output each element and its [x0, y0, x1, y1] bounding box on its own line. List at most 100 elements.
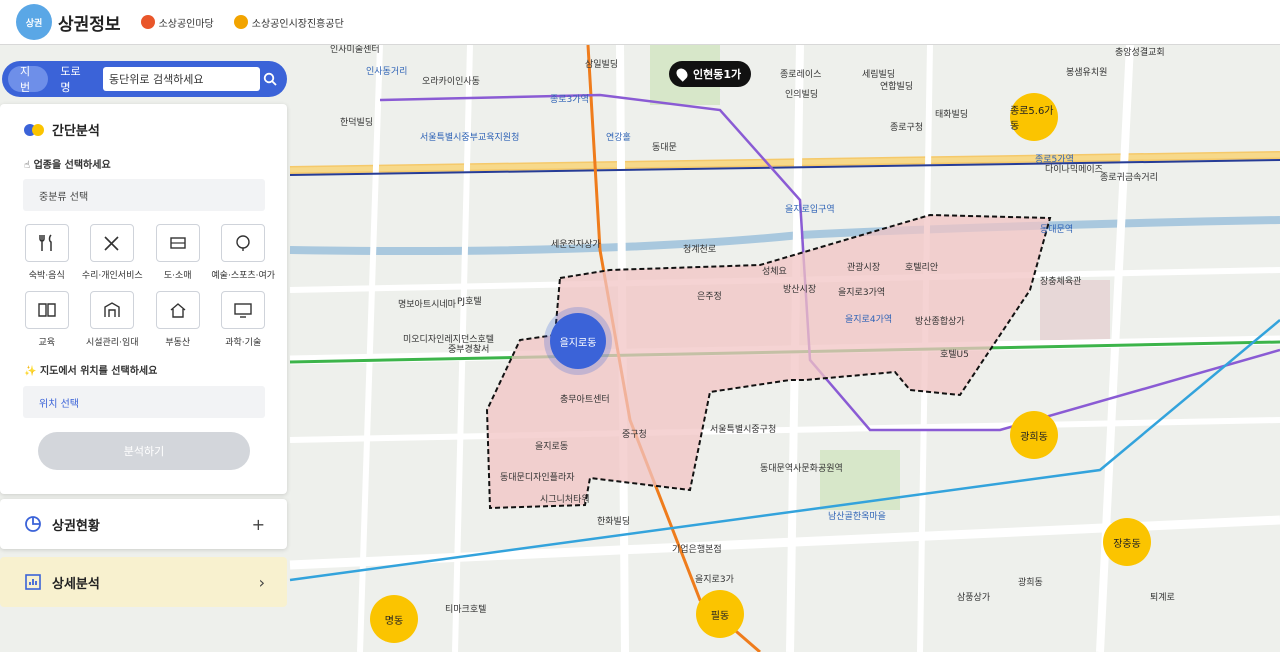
map-label: 세운전자상가 [551, 240, 601, 250]
map-label: 충앙성결교회 [1115, 48, 1165, 58]
map-label: 동대문역 [1040, 225, 1074, 235]
monitor-icon [221, 291, 266, 329]
category-label: 예술·스포츠·여가 [211, 271, 276, 281]
partner-semas-link[interactable]: 소상공인시장진흥공단 [233, 15, 344, 30]
detailed-analysis-section[interactable]: 상세분석 › [0, 557, 287, 607]
map-label: 종로3가역 [550, 95, 589, 105]
map-label: 종로구청 [890, 123, 924, 133]
ball-icon [221, 224, 266, 262]
detailed-analysis-title: 상세분석 [52, 576, 100, 592]
step-select-industry: ☝ 업종을 선택하세요 [24, 156, 111, 171]
step-select-location-label: 지도에서 위치를 선택하세요 [39, 366, 158, 377]
map-label: 관광시장 [847, 263, 881, 273]
dong-search-input[interactable] [102, 67, 260, 91]
step-select-industry-label: 업종을 선택하세요 [33, 160, 111, 171]
map-label: 연강홀 [606, 133, 631, 143]
category-label: 과학·기술 [225, 338, 262, 348]
park-area [820, 450, 900, 510]
map-label: 을지로3가 [695, 575, 734, 585]
map-label: 한화빌딩 [597, 517, 631, 527]
category-label: 도·소매 [163, 271, 192, 281]
category-science-tech[interactable]: 과학·기술 [211, 291, 277, 348]
map-label: 태화빌딩 [935, 110, 969, 120]
category-label: 수리·개인서비스 [81, 271, 143, 281]
mid-category-select[interactable]: 중분류 선택 [23, 179, 265, 211]
category-label: 교육 [38, 338, 56, 348]
map-label: 동대문디자인플라자 [500, 473, 575, 483]
category-label: 시설관리·임대 [85, 338, 139, 348]
map-label: 다이나믹메이즈 [1045, 165, 1103, 175]
map-label: 남산골한옥마을 [828, 512, 886, 522]
tab-road-name[interactable]: 도로명 [48, 65, 97, 94]
map-label: 을지로4가역 [845, 315, 893, 325]
partner-sbiz-label: 소상공인마당 [158, 18, 214, 30]
map-label: 을지로동 [535, 442, 569, 452]
partner-sbiz-link[interactable]: 소상공인마당 [140, 15, 214, 30]
map-label: 인사동거리 [366, 67, 408, 77]
step-select-location: ✨ 지도에서 위치를 선택하세요 [24, 362, 157, 377]
top-header: 상권 상권정보 소상공인마당 소상공인시장진흥공단 [0, 0, 1280, 45]
sparkle-icon: ✨ [24, 366, 37, 377]
map-label: 봉샘유치원 [1066, 68, 1108, 78]
category-repair-service[interactable]: 수리·개인서비스 [80, 224, 146, 281]
partner-semas-label: 소상공인시장진흥공단 [251, 18, 344, 30]
current-location-chip[interactable]: 인현동1가 [669, 61, 752, 87]
map-label: 중구청 [622, 430, 647, 440]
category-facility-rental[interactable]: 시설관리·임대 [80, 291, 146, 348]
category-label: 부동산 [165, 338, 191, 348]
site-logo[interactable]: 상권 [16, 4, 52, 40]
map-label: 성체요 [762, 267, 787, 277]
analyze-button[interactable]: 분석하기 [38, 432, 250, 470]
map-label: 서울특별시중구청 [710, 425, 777, 435]
map-label: 종로5가역 [1035, 155, 1074, 165]
map-label: 충무아트센터 [560, 395, 610, 405]
cheonggyecheon-stream [289, 216, 1280, 255]
map-label: 티마크호텔 [445, 605, 487, 615]
map-label: 호텔U5 [940, 350, 969, 360]
dong-marker-jongno56ga[interactable]: 종로5.6가동 [1010, 93, 1058, 141]
map-label: 장충체육관 [1040, 277, 1082, 287]
map-label: 세림빌딩 [862, 70, 896, 80]
dong-marker-pil[interactable]: 필동 [696, 590, 744, 638]
map-label: 시그니처타워 [540, 495, 590, 505]
map-label: 오라카이인사동 [422, 77, 480, 87]
sbiz-logo-icon [140, 15, 155, 29]
map-label: 미오디자인레지던스호텔 [403, 335, 495, 345]
category-label: 숙박·음식 [28, 271, 65, 281]
map-label: 방산종합상가 [915, 317, 965, 327]
dong-marker-myeong[interactable]: 명동 [370, 595, 418, 643]
map-label: 을지로입구역 [785, 205, 835, 215]
category-education[interactable]: 교육 [14, 291, 80, 348]
map-label: 기업은행본점 [672, 545, 722, 555]
book-icon [24, 291, 69, 329]
map-label: 광희동 [1018, 578, 1043, 588]
map-label: 연합빌딩 [880, 82, 914, 92]
map-label: PJ호텔 [457, 297, 482, 307]
site-title[interactable]: 상권정보 [58, 10, 121, 35]
district-status-section[interactable]: 상권현황 + [0, 499, 287, 549]
tab-jibeon[interactable]: 지번 [8, 65, 49, 94]
location-pin-icon [674, 66, 690, 82]
search-icon[interactable] [260, 66, 281, 92]
category-arts-sports[interactable]: 예술·스포츠·여가 [211, 224, 277, 281]
chevron-right-icon[interactable]: › [259, 573, 265, 592]
quick-analysis-logo-icon [24, 123, 44, 136]
dong-marker-euljiro[interactable]: 을지로동 [550, 313, 606, 369]
bar-chart-icon [24, 573, 42, 591]
building-icon [90, 291, 135, 329]
category-food-lodging[interactable]: 숙박·음식 [14, 224, 80, 281]
pie-chart-icon [24, 515, 42, 533]
map-label: 동대문 [652, 143, 677, 153]
dong-marker-gwanghui[interactable]: 광희동 [1010, 411, 1058, 459]
category-retail[interactable]: 도·소매 [145, 224, 211, 281]
dong-marker-jangchung[interactable]: 장충동 [1103, 518, 1151, 566]
category-real-estate[interactable]: 부동산 [145, 291, 211, 348]
quick-analysis-panel: 간단분석 ☝ 업종을 선택하세요 중분류 선택 숙박·음식 수리·개인서비스 도… [0, 104, 287, 494]
location-select[interactable]: 위치 선택 [23, 386, 265, 418]
semas-logo-icon [233, 15, 248, 29]
quick-analysis-title: 간단분석 [52, 124, 100, 139]
expand-plus-icon[interactable]: + [252, 515, 265, 534]
quick-analysis-heading: 간단분석 [24, 120, 100, 139]
industry-category-grid: 숙박·음식 수리·개인서비스 도·소매 예술·스포츠·여가 교육 시설관리·임대… [14, 224, 276, 348]
district-status-title: 상권현황 [52, 518, 100, 534]
